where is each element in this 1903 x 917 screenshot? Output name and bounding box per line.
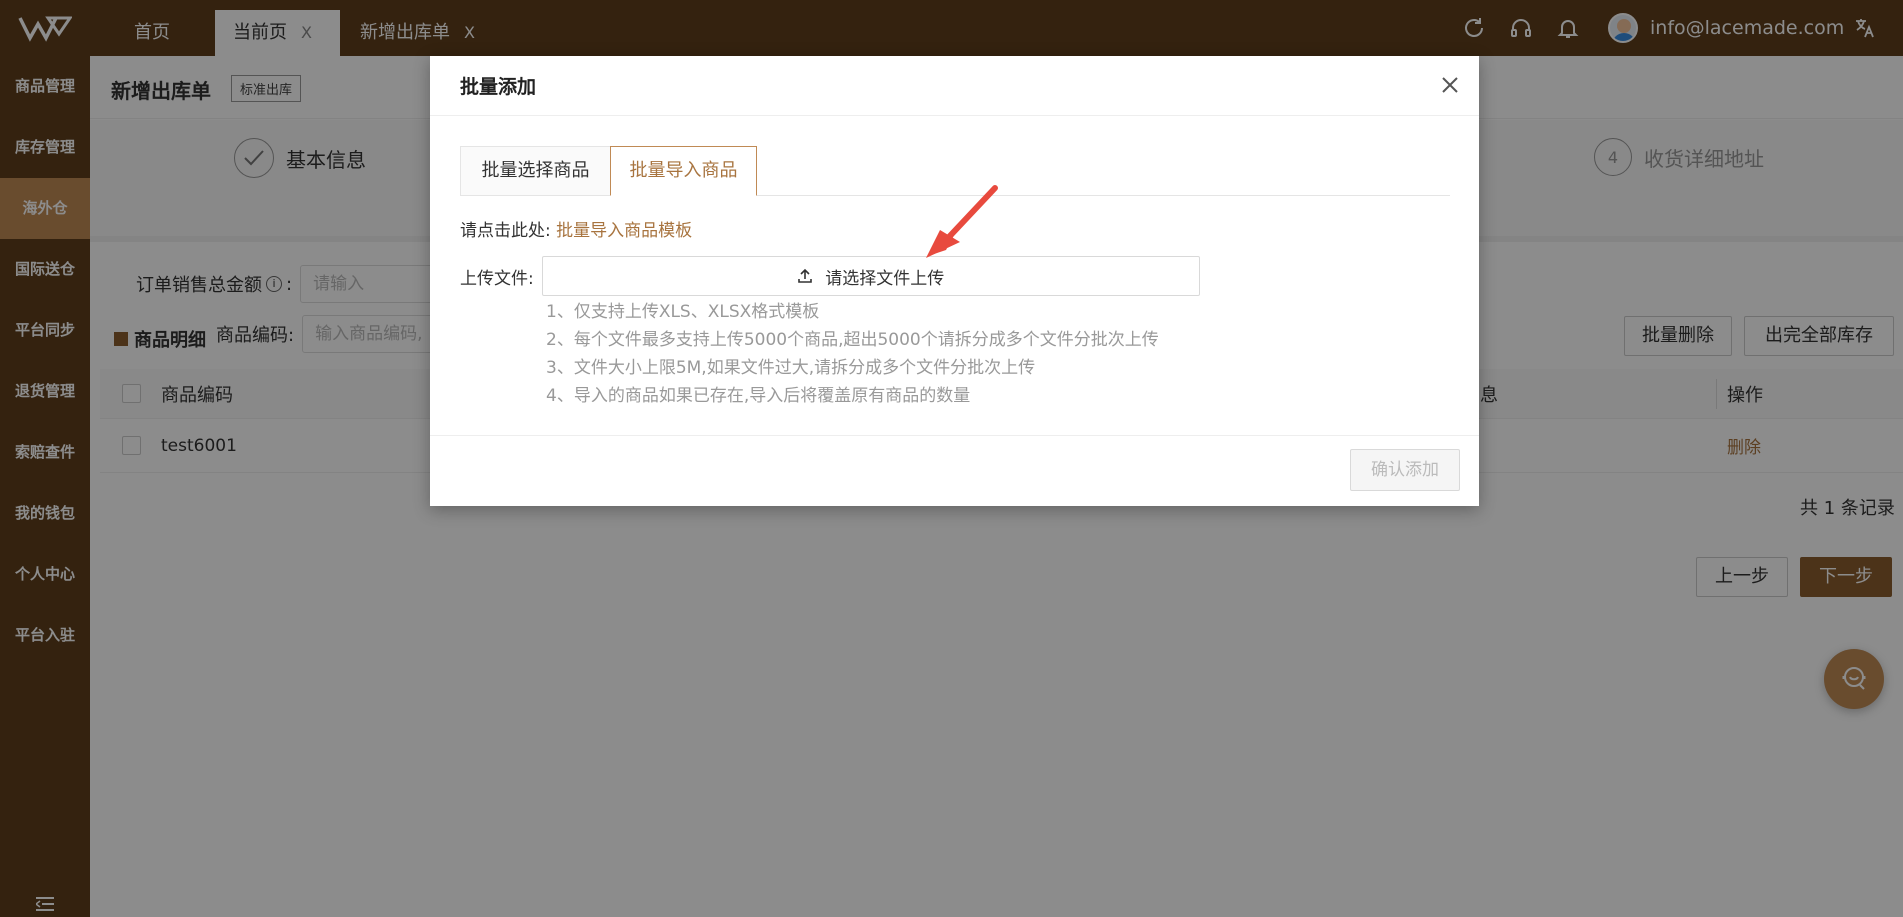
file-upload-button[interactable]: 请选择文件上传: [541, 256, 1200, 296]
hint-prefix: 请点击此处:: [460, 221, 551, 241]
tab-batch-select[interactable]: 批量选择商品: [460, 146, 610, 196]
dialog-footer: 确认添加: [430, 435, 1479, 506]
note-item: 4、导入的商品如果已存在,导入后将覆盖原有商品的数量: [546, 386, 971, 406]
annotation-arrow-icon: [926, 185, 998, 258]
dialog-title: 批量添加: [460, 76, 537, 98]
dialog-header: 批量添加: [430, 56, 1479, 116]
note-item: 1、仅支持上传XLS、XLSX格式模板: [546, 302, 820, 322]
upload-notes: 1、仅支持上传XLS、XLSX格式模板 2、每个文件最多支持上传5000个商品,…: [546, 298, 1159, 410]
note-item: 3、文件大小上限5M,如果文件过大,请拆分成多个文件分批次上传: [546, 358, 1036, 378]
note-item: 2、每个文件最多支持上传5000个商品,超出5000个请拆分成多个文件分批次上传: [546, 330, 1159, 350]
template-hint: 请点击此处: 批量导入商品模板: [460, 216, 692, 241]
upload-icon: [798, 268, 813, 283]
batch-add-dialog: 批量添加 批量选择商品 批量导入商品 请点击此处: 批量导入商品模板 上传文件:…: [430, 56, 1479, 506]
close-icon[interactable]: [1435, 70, 1465, 100]
tab-batch-import[interactable]: 批量导入商品: [610, 146, 757, 196]
upload-label: 上传文件:: [460, 268, 534, 289]
confirm-add-button[interactable]: 确认添加: [1350, 449, 1460, 491]
template-download-link[interactable]: 批量导入商品模板: [556, 221, 692, 241]
upload-row: 上传文件: 请选择文件上传: [460, 256, 1200, 296]
